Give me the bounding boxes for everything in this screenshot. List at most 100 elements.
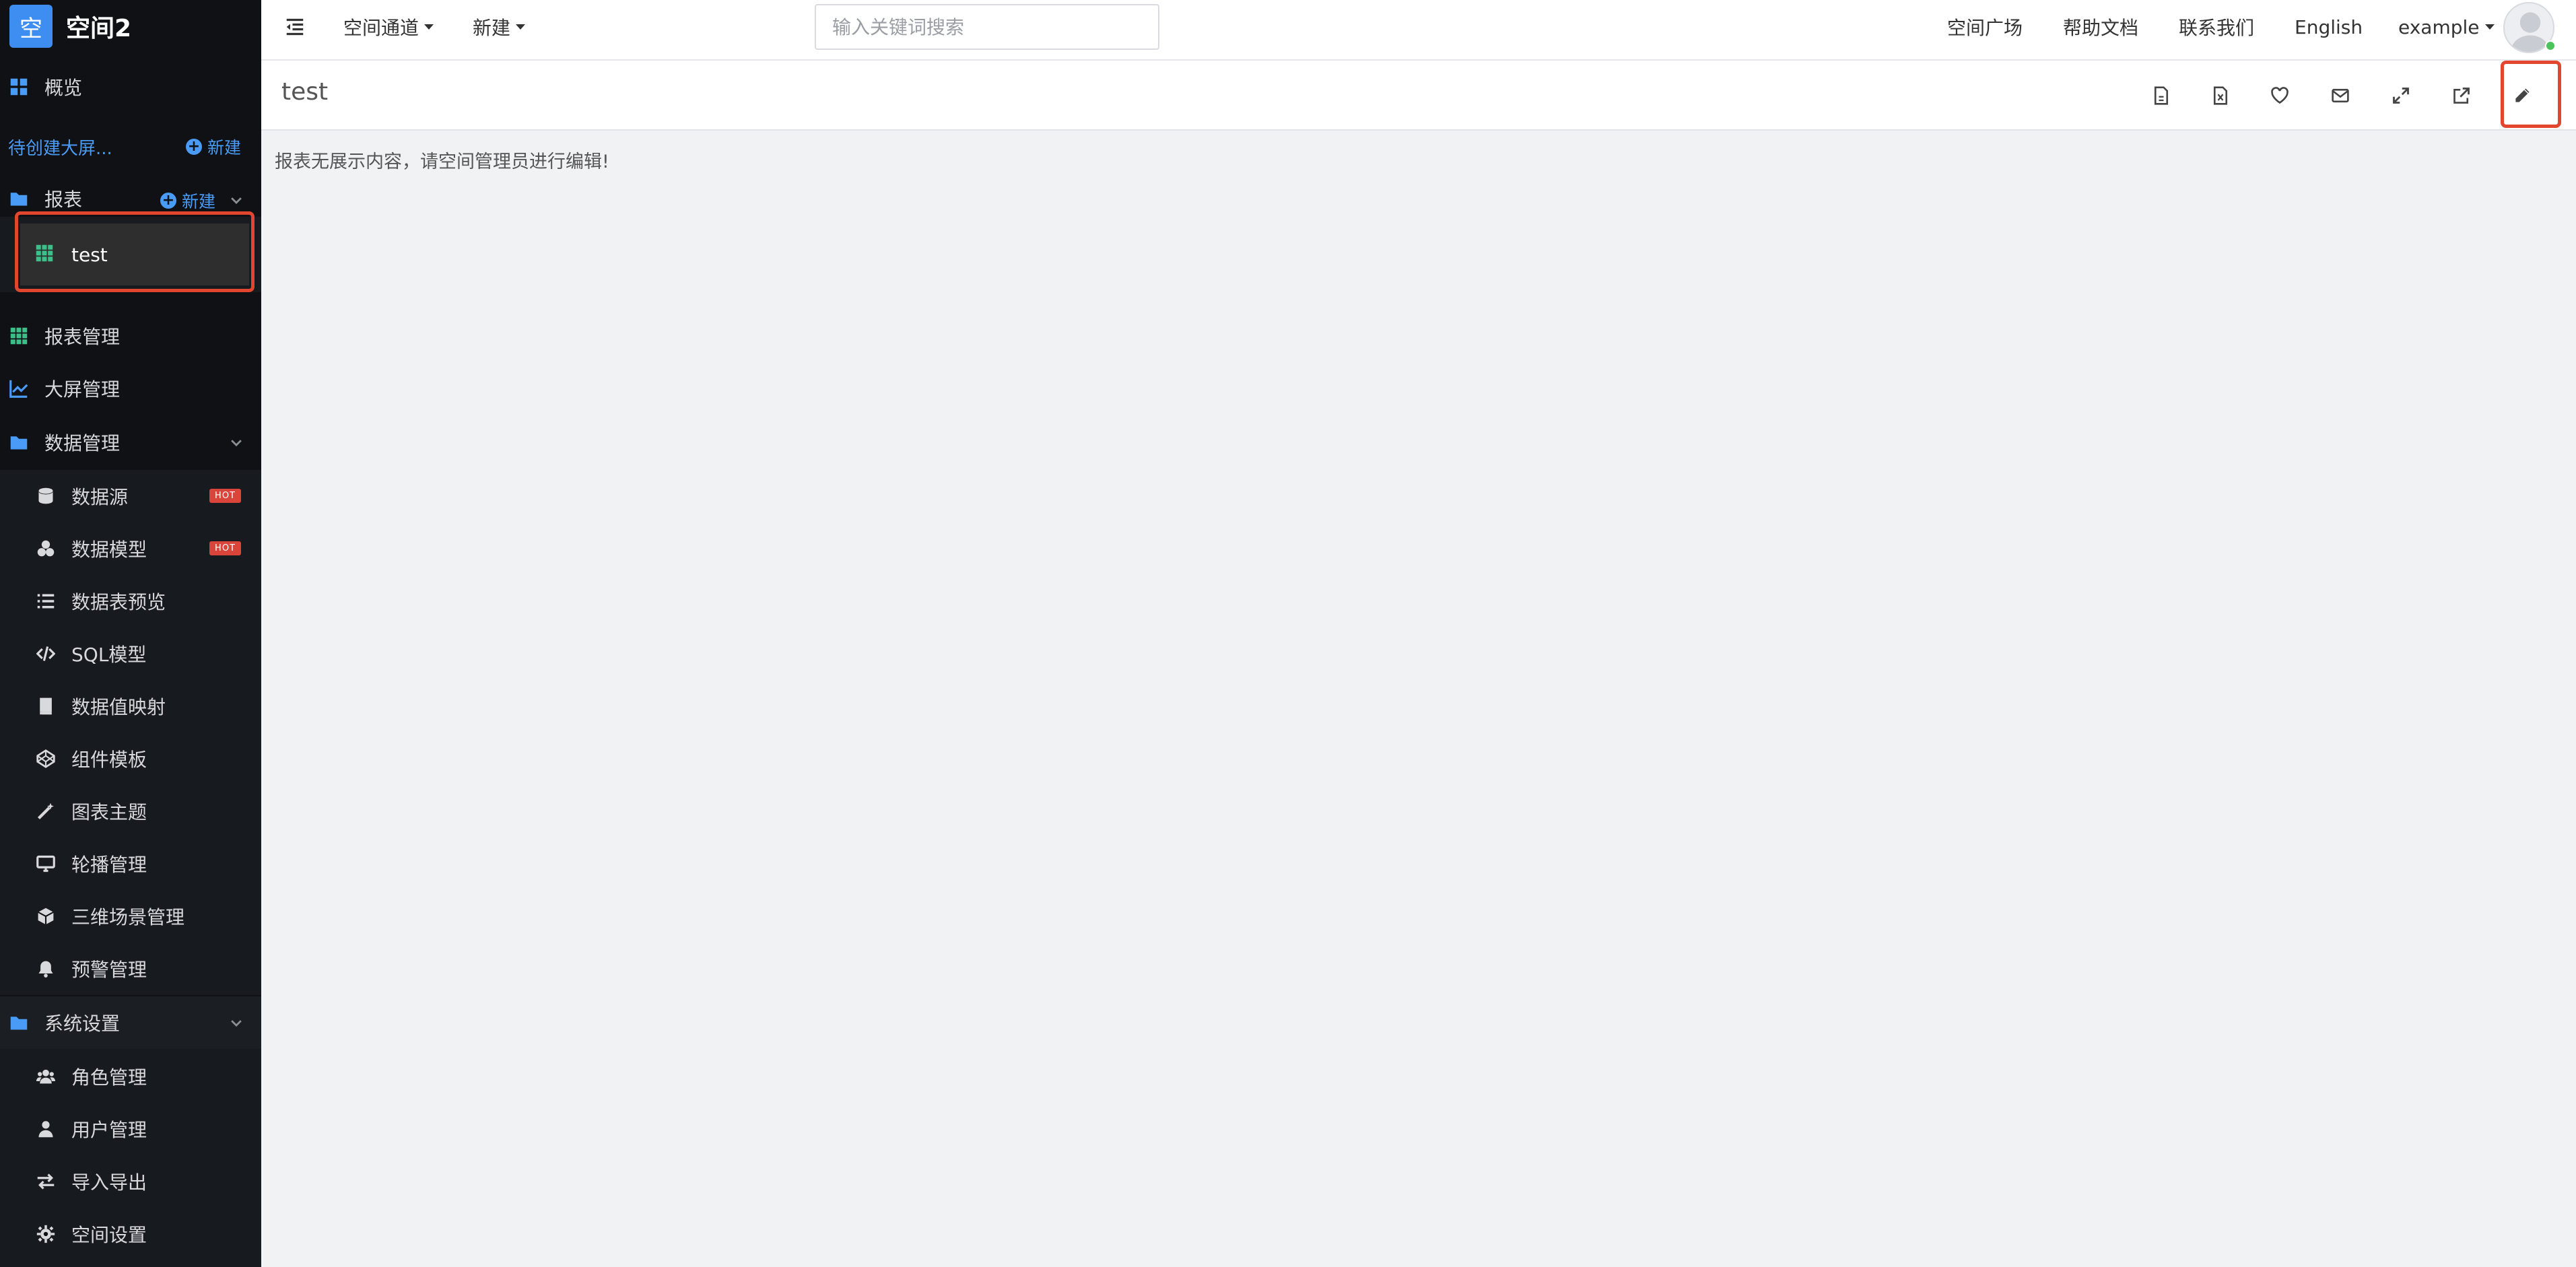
database-icon: [35, 485, 57, 507]
new-screen-button[interactable]: + 新建: [186, 135, 241, 159]
list-icon: [35, 590, 57, 612]
sidebar-item-label: 数据源: [71, 486, 129, 508]
space-plaza-link[interactable]: 空间广场: [1947, 0, 2023, 54]
favorite-button[interactable]: [2260, 75, 2300, 116]
export-excel-button[interactable]: [2200, 75, 2241, 116]
new-dropdown[interactable]: 新建: [473, 0, 526, 54]
user-name: example: [2398, 15, 2480, 38]
sidebar-item-carousel[interactable]: 轮播管理: [0, 837, 261, 890]
brand[interactable]: 空 空间2: [0, 0, 261, 53]
sidebar-toggle-button[interactable]: [285, 0, 304, 54]
plus-circle-icon: +: [160, 193, 176, 209]
share-icon: [2453, 88, 2470, 104]
sidebar-item-3d-scene[interactable]: 三维场景管理: [0, 890, 261, 943]
new-label: 新建: [207, 138, 242, 158]
sidebar-item-overview[interactable]: 概览: [0, 61, 261, 113]
sidebar-group-label: 报表: [44, 189, 83, 211]
chevron-down-icon[interactable]: [229, 193, 244, 207]
sidebar-item-label: 数据表预览: [71, 591, 166, 613]
space-channel-label: 空间通道: [343, 17, 419, 39]
sidebar-item-data-model[interactable]: 数据模型 HOT: [0, 522, 261, 575]
sidebar-item-value-mapping[interactable]: 数据值映射: [0, 680, 261, 732]
code-icon: [35, 643, 57, 664]
new-dropdown-label: 新建: [473, 17, 511, 39]
brand-logo: 空: [9, 5, 53, 48]
sidebar-item-table-preview[interactable]: 数据表预览: [0, 575, 261, 627]
fullscreen-button[interactable]: [2381, 75, 2421, 116]
outdent-icon: [286, 18, 304, 36]
new-label: 新建: [182, 192, 216, 211]
app-root: 空 空间2 概览 待创建大屏... + 新建 报表 + 新建 test 报表管理…: [0, 0, 2576, 1267]
sidebar-group-data-mgmt[interactable]: 数据管理: [0, 416, 261, 469]
folder-icon: [8, 188, 30, 209]
report-title-bar: test: [261, 61, 2576, 131]
sidebar-item-label: 大屏管理: [44, 378, 121, 401]
sidebar-item-screen-mgmt[interactable]: 大屏管理: [0, 362, 261, 415]
highlight-box-test: [15, 211, 255, 292]
envelope-icon: [2332, 88, 2349, 103]
sidebar-item-chart-theme[interactable]: 图表主题: [0, 785, 261, 837]
sidebar-item-label: 用户管理: [71, 1119, 147, 1141]
user-menu-dropdown[interactable]: example: [2398, 0, 2495, 54]
contact-us-link[interactable]: 联系我们: [2179, 0, 2254, 54]
language-switch[interactable]: English: [2295, 0, 2363, 54]
monitor-icon: [35, 853, 57, 875]
hot-badge: HOT: [209, 541, 241, 555]
sidebar-item-label: 数据模型: [71, 539, 147, 561]
sidebar-item-label: 空间设置: [71, 1224, 147, 1246]
hot-badge: HOT: [209, 489, 241, 503]
cubes-icon: [35, 538, 57, 559]
sidebar-item-label: 三维场景管理: [71, 906, 185, 928]
caret-down-icon: [424, 24, 434, 30]
sidebar-item-label: 导入导出: [71, 1171, 147, 1194]
sidebar-item-component-template[interactable]: 组件模板: [0, 732, 261, 785]
online-status-dot: [2545, 40, 2556, 51]
search-input[interactable]: [815, 4, 1159, 50]
caret-down-icon: [2484, 24, 2495, 30]
export-pdf-button[interactable]: [2141, 75, 2181, 116]
sidebar-item-import-export[interactable]: 导入导出: [0, 1155, 261, 1208]
top-navbar: 空间通道 新建 空间广场 帮助文档 联系我们 English example: [261, 0, 2576, 61]
sidebar-item-datasource[interactable]: 数据源 HOT: [0, 470, 261, 522]
sidebar-item-report-mgmt[interactable]: 报表管理: [0, 310, 261, 362]
brand-name: 空间2: [66, 15, 132, 42]
dashboard-icon: [8, 76, 30, 98]
cube-icon: [35, 905, 57, 927]
users-icon: [35, 1066, 57, 1087]
chevron-down-icon[interactable]: [229, 1015, 244, 1030]
sidebar: 空 空间2 概览 待创建大屏... + 新建 报表 + 新建 test 报表管理…: [0, 0, 261, 1267]
sidebar-item-label: SQL模型: [71, 644, 147, 666]
folder-icon: [8, 1012, 30, 1033]
sidebar-item-sql-model[interactable]: SQL模型: [0, 627, 261, 680]
highlight-box-edit: [2501, 61, 2561, 128]
heart-icon: [2271, 87, 2289, 104]
bell-icon: [35, 958, 57, 980]
help-docs-link[interactable]: 帮助文档: [2063, 0, 2138, 54]
exchange-icon: [35, 1171, 57, 1192]
sidebar-item-users[interactable]: 用户管理: [0, 1103, 261, 1155]
sidebar-item-label: 轮播管理: [71, 854, 147, 876]
empty-report-message: 报表无展示内容，请空间管理员进行编辑!: [275, 151, 609, 172]
sidebar-group-label: 系统设置: [44, 1013, 121, 1035]
plus-circle-icon: +: [186, 139, 202, 155]
sidebar-item-label: 预警管理: [71, 959, 147, 981]
share-button[interactable]: [2441, 75, 2482, 116]
sidebar-item-space-settings[interactable]: 空间设置: [0, 1208, 261, 1260]
pending-screen-link[interactable]: 待创建大屏...: [8, 135, 112, 160]
folder-icon: [8, 432, 30, 453]
sidebar-item-label: 数据值映射: [71, 696, 166, 718]
sidebar-item-alert[interactable]: 预警管理: [0, 943, 261, 995]
sidebar-item-roles[interactable]: 角色管理: [0, 1050, 261, 1103]
sidebar-item-label: 组件模板: [71, 749, 147, 771]
chevron-down-icon[interactable]: [229, 435, 244, 450]
user-icon: [35, 1118, 57, 1140]
space-channel-dropdown[interactable]: 空间通道: [343, 0, 434, 54]
sidebar-group-system[interactable]: 系统设置: [0, 996, 261, 1049]
file-pdf-icon: [2154, 86, 2169, 105]
line-chart-icon: [8, 378, 30, 399]
email-button[interactable]: [2320, 75, 2361, 116]
magic-icon: [35, 800, 57, 822]
sidebar-group-label: 数据管理: [44, 432, 121, 454]
sidebar-item-label: 图表主题: [71, 801, 147, 823]
new-report-button[interactable]: + 新建: [160, 189, 215, 213]
